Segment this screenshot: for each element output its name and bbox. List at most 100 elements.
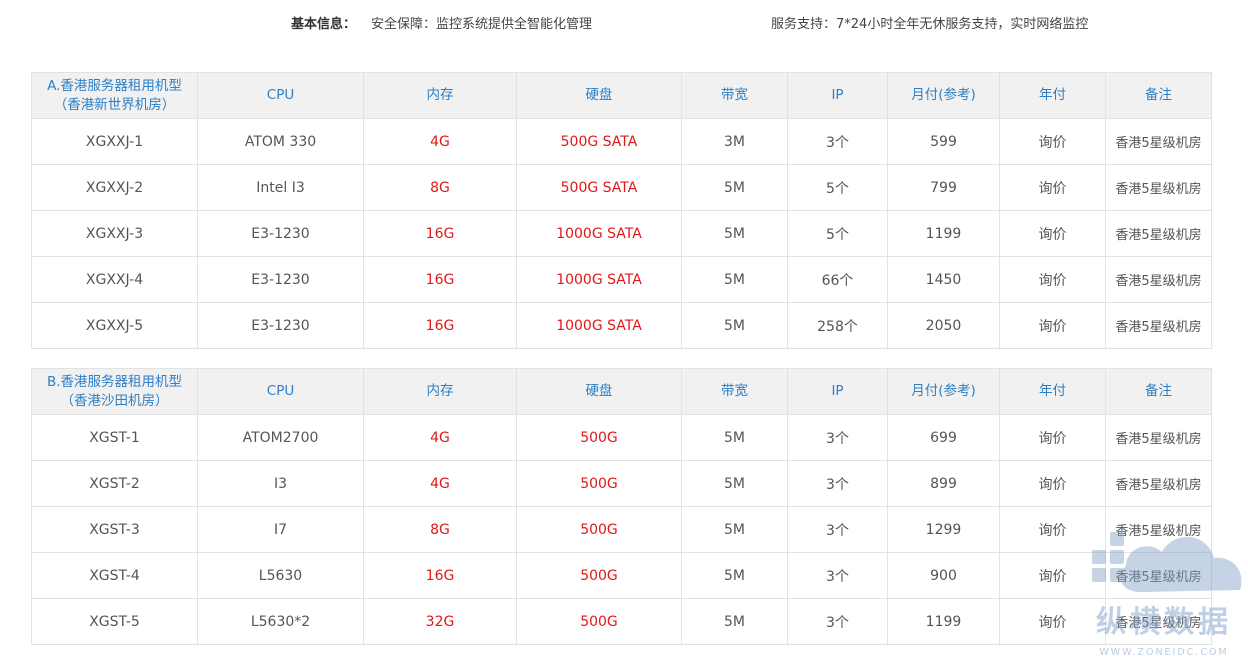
cell-memory: 4G bbox=[363, 414, 517, 461]
cell-disk: 500G SATA bbox=[516, 164, 682, 211]
cell-model: XGST-4 bbox=[31, 552, 198, 599]
plan-table-a: A.香港服务器租用机型 （香港新世界机房） CPU 内存 硬盘 带宽 IP 月付… bbox=[31, 72, 1212, 349]
cell-yearly-price: 询价 bbox=[999, 118, 1106, 165]
cell-notes: 香港5星级机房 bbox=[1105, 256, 1212, 303]
column-header-yearly: 年付 bbox=[999, 368, 1106, 415]
cell-bandwidth: 5M bbox=[681, 506, 788, 553]
cell-yearly-price: 询价 bbox=[999, 506, 1106, 553]
cell-memory: 16G bbox=[363, 302, 517, 349]
table-header-row: A.香港服务器租用机型 （香港新世界机房） CPU 内存 硬盘 带宽 IP 月付… bbox=[31, 72, 1212, 119]
cell-notes: 香港5星级机房 bbox=[1105, 118, 1212, 165]
cell-memory: 8G bbox=[363, 506, 517, 553]
cell-disk: 500G bbox=[516, 552, 682, 599]
cell-bandwidth: 5M bbox=[681, 460, 788, 507]
watermark-url: WWW.ZONEIDC.COM bbox=[1099, 647, 1228, 658]
cell-ip: 3个 bbox=[787, 598, 888, 645]
cell-notes: 香港5星级机房 bbox=[1105, 414, 1212, 461]
cell-ip: 3个 bbox=[787, 460, 888, 507]
cell-model: XGXXJ-2 bbox=[31, 164, 198, 211]
cell-bandwidth: 5M bbox=[681, 552, 788, 599]
table-row: XGST-2 I3 4G 500G 5M 3个 899 询价 香港5星级机房 bbox=[31, 460, 1212, 507]
cell-ip: 3个 bbox=[787, 552, 888, 599]
table-title-line1: B.香港服务器租用机型 bbox=[46, 373, 183, 390]
cell-model: XGXXJ-4 bbox=[31, 256, 198, 303]
cell-monthly-price: 1199 bbox=[887, 598, 1000, 645]
cell-disk: 1000G SATA bbox=[516, 210, 682, 257]
info-label: 基本信息： bbox=[291, 17, 357, 32]
cell-monthly-price: 2050 bbox=[887, 302, 1000, 349]
cell-memory: 16G bbox=[363, 552, 517, 599]
cell-ip: 258个 bbox=[787, 302, 888, 349]
cell-disk: 1000G SATA bbox=[516, 256, 682, 303]
cell-yearly-price: 询价 bbox=[999, 552, 1106, 599]
cell-monthly-price: 1199 bbox=[887, 210, 1000, 257]
column-header-memory: 内存 bbox=[363, 368, 517, 415]
table-row: XGST-3 I7 8G 500G 5M 3个 1299 询价 香港5星级机房 bbox=[31, 506, 1212, 553]
cell-notes: 香港5星级机房 bbox=[1105, 506, 1212, 553]
cell-disk: 500G bbox=[516, 414, 682, 461]
cell-cpu: ATOM 330 bbox=[197, 118, 364, 165]
cell-cpu: E3-1230 bbox=[197, 210, 364, 257]
cell-monthly-price: 900 bbox=[887, 552, 1000, 599]
service-info: 服务支持：7*24小时全年无休服务支持，实时网络监控 bbox=[771, 17, 1089, 32]
table-title: B.香港服务器租用机型 （香港沙田机房） bbox=[31, 368, 198, 415]
cell-yearly-price: 询价 bbox=[999, 460, 1106, 507]
column-header-monthly: 月付(参考) bbox=[887, 72, 1000, 119]
cell-bandwidth: 5M bbox=[681, 302, 788, 349]
cell-yearly-price: 询价 bbox=[999, 210, 1106, 257]
column-header-disk: 硬盘 bbox=[516, 368, 682, 415]
cell-model: XGST-1 bbox=[31, 414, 198, 461]
info-bar: 基本信息： 安全保障：监控系统提供全智能化管理 服务支持：7*24小时全年无休服… bbox=[0, 13, 1248, 33]
cell-notes: 香港5星级机房 bbox=[1105, 598, 1212, 645]
cell-yearly-price: 询价 bbox=[999, 414, 1106, 461]
cell-model: XGXXJ-5 bbox=[31, 302, 198, 349]
cell-monthly-price: 799 bbox=[887, 164, 1000, 211]
cell-notes: 香港5星级机房 bbox=[1105, 552, 1212, 599]
table-row: XGXXJ-5 E3-1230 16G 1000G SATA 5M 258个 2050 询价香… bbox=[31, 302, 1212, 349]
column-header-disk: 硬盘 bbox=[516, 72, 682, 119]
column-header-notes: 备注 bbox=[1105, 72, 1212, 119]
cell-bandwidth: 5M bbox=[681, 598, 788, 645]
cell-cpu: E3-1230 bbox=[197, 256, 364, 303]
table-title-line2: （香港沙田机房） bbox=[60, 392, 169, 409]
cell-bandwidth: 5M bbox=[681, 210, 788, 257]
cell-cpu: Intel I3 bbox=[197, 164, 364, 211]
cell-disk: 500G SATA bbox=[516, 118, 682, 165]
cell-disk: 500G bbox=[516, 598, 682, 645]
cell-monthly-price: 1450 bbox=[887, 256, 1000, 303]
cell-ip: 3个 bbox=[787, 118, 888, 165]
cell-yearly-price: 询价 bbox=[999, 164, 1106, 211]
table-title: A.香港服务器租用机型 （香港新世界机房） bbox=[31, 72, 198, 119]
column-header-bandwidth: 带宽 bbox=[681, 72, 788, 119]
cell-model: XGST-2 bbox=[31, 460, 198, 507]
cell-memory: 16G bbox=[363, 256, 517, 303]
column-header-yearly: 年付 bbox=[999, 72, 1106, 119]
cell-disk: 500G bbox=[516, 460, 682, 507]
plan-table-b: B.香港服务器租用机型 （香港沙田机房） CPU 内存 硬盘 带宽 IP 月付(… bbox=[31, 368, 1212, 645]
cell-cpu: L5630 bbox=[197, 552, 364, 599]
cell-yearly-price: 询价 bbox=[999, 302, 1106, 349]
cell-yearly-price: 询价 bbox=[999, 598, 1106, 645]
security-info: 安全保障：监控系统提供全智能化管理 bbox=[371, 17, 593, 32]
column-header-cpu: CPU bbox=[197, 72, 364, 119]
cell-ip: 5个 bbox=[787, 164, 888, 211]
cell-notes: 香港5星级机房 bbox=[1105, 302, 1212, 349]
cell-memory: 4G bbox=[363, 460, 517, 507]
cell-monthly-price: 599 bbox=[887, 118, 1000, 165]
table-row: XGST-4 L5630 16G 500G 5M 3个 900 询价 香港5星级机房 bbox=[31, 552, 1212, 599]
table-row: XGXXJ-4 E3-1230 16G 1000G SATA 5M 66个 1450 询价 香港… bbox=[31, 256, 1212, 303]
column-header-ip: IP bbox=[787, 368, 888, 415]
cell-memory: 32G bbox=[363, 598, 517, 645]
cell-cpu: L5630*2 bbox=[197, 598, 364, 645]
table-title-line1: A.香港服务器租用机型 bbox=[47, 77, 182, 94]
column-header-cpu: CPU bbox=[197, 368, 364, 415]
cell-cpu: ATOM2700 bbox=[197, 414, 364, 461]
cell-notes: 香港5星级机房 bbox=[1105, 210, 1212, 257]
table-header-row: B.香港服务器租用机型 （香港沙田机房） CPU 内存 硬盘 带宽 IP 月付(… bbox=[31, 368, 1212, 415]
table-title-line2: （香港新世界机房） bbox=[53, 96, 176, 113]
table-row: XGXXJ-2 Intel I3 8G 500G SATA 5M 5个 799 询价 香港5星级… bbox=[31, 164, 1212, 211]
table-row: XGST-5 L5630*2 32G 500G 5M 3个 1199 询价 香港5星级机房 bbox=[31, 598, 1212, 645]
cell-cpu: I7 bbox=[197, 506, 364, 553]
cell-bandwidth: 5M bbox=[681, 164, 788, 211]
cell-cpu: I3 bbox=[197, 460, 364, 507]
